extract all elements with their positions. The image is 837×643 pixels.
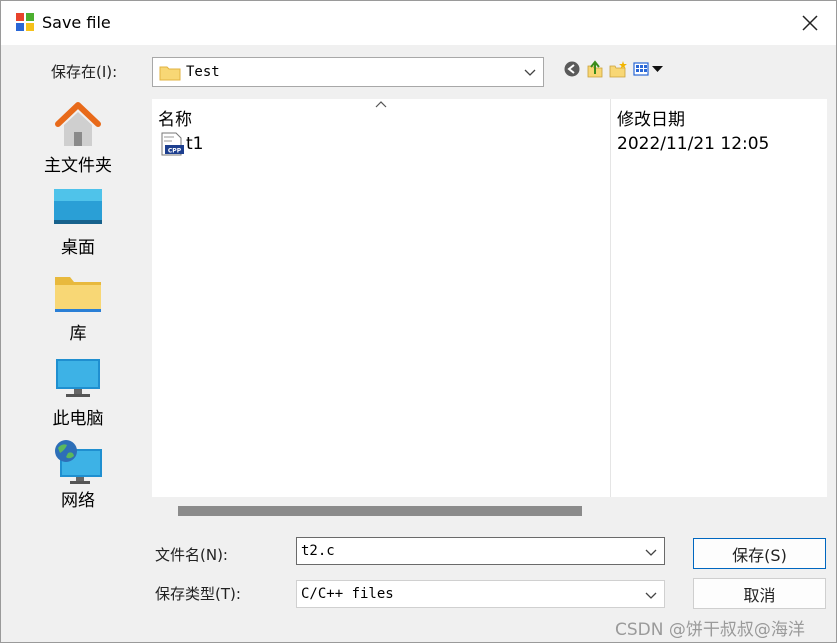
cpp-file-icon: CPP: [161, 132, 184, 156]
filename-value: t2.c: [301, 543, 335, 559]
chevron-down-icon: [524, 69, 536, 76]
new-folder-icon[interactable]: [609, 60, 627, 78]
file-name: t1: [186, 134, 204, 154]
library-folder-icon: [55, 277, 101, 312]
app-icon: [16, 13, 34, 31]
folder-icon: [159, 66, 181, 81]
location-dropdown[interactable]: Test: [152, 57, 544, 87]
up-folder-icon[interactable]: [586, 60, 604, 78]
save-file-dialog: Save file 保存在(I): Test 主文件夹 桌面 库 此电脑 网络 …: [0, 0, 837, 643]
close-icon: [802, 15, 818, 31]
cancel-button[interactable]: 取消: [693, 578, 826, 609]
save-in-label: 保存在(I):: [51, 63, 118, 81]
scrollbar-thumb[interactable]: [178, 506, 582, 516]
place-label: 库: [69, 324, 87, 344]
chevron-down-icon[interactable]: [645, 546, 657, 558]
file-list[interactable]: 名称 修改日期 CPP t1 2022/11/21 12:05: [152, 99, 827, 497]
place-network[interactable]: 网络: [11, 439, 145, 519]
svg-text:CPP: CPP: [168, 148, 182, 155]
place-label: 桌面: [61, 238, 95, 258]
save-button[interactable]: 保存(S): [693, 538, 826, 569]
chevron-down-icon: [645, 592, 657, 599]
place-library[interactable]: 库: [11, 273, 145, 353]
horizontal-scrollbar[interactable]: [152, 501, 827, 519]
place-label: 此电脑: [52, 409, 104, 429]
close-button[interactable]: [796, 9, 824, 37]
filetype-value: C/C++ files: [301, 586, 394, 602]
place-home[interactable]: 主文件夹: [11, 99, 145, 179]
network-icon: [55, 440, 102, 484]
back-icon[interactable]: [563, 60, 581, 78]
place-desktop[interactable]: 桌面: [11, 187, 145, 267]
filetype-label: 保存类型(T):: [155, 585, 241, 603]
column-header-modified[interactable]: 修改日期: [617, 105, 685, 130]
places-bar: 主文件夹 桌面 库 此电脑 网络: [11, 95, 145, 635]
column-divider[interactable]: [610, 99, 611, 497]
title-bar: Save file: [1, 1, 836, 45]
desktop-icon: [54, 189, 102, 224]
sort-ascending-icon: [375, 101, 387, 108]
file-modified: 2022/11/21 12:05: [617, 134, 770, 154]
place-this-pc[interactable]: 此电脑: [11, 357, 145, 437]
filename-label: 文件名(N):: [155, 546, 228, 564]
location-value: Test: [186, 64, 220, 80]
filetype-dropdown[interactable]: C/C++ files: [296, 580, 665, 608]
window-title: Save file: [42, 13, 111, 32]
home-icon: [55, 102, 101, 146]
place-label: 主文件夹: [44, 156, 112, 176]
filename-input[interactable]: t2.c: [296, 537, 665, 565]
place-label: 网络: [61, 491, 95, 511]
view-menu-icon[interactable]: [633, 60, 665, 78]
computer-icon: [56, 359, 100, 397]
column-header-name[interactable]: 名称: [158, 105, 192, 130]
watermark: CSDN @饼干叔叔@海洋: [615, 620, 805, 640]
